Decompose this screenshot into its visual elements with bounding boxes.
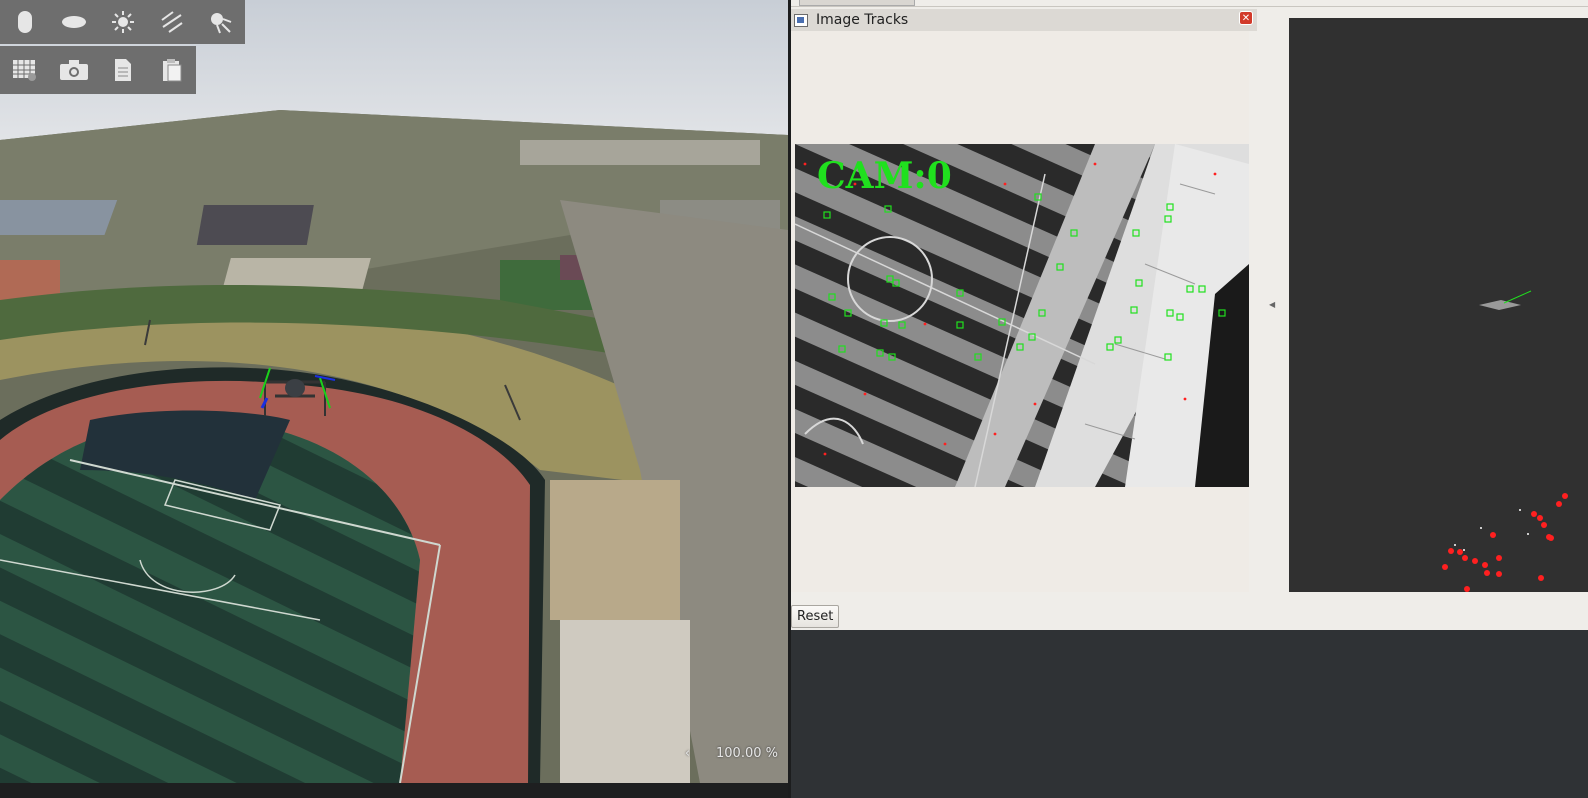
camera-image: CAM:0 xyxy=(795,144,1249,487)
capsule-icon[interactable] xyxy=(0,0,49,44)
spotlight-icon[interactable] xyxy=(196,0,245,44)
splitter-handle-icon[interactable]: ◀ xyxy=(1269,300,1275,309)
camera-icon[interactable] xyxy=(49,48,98,92)
disc-icon[interactable] xyxy=(49,0,98,44)
rviz-3d-view[interactable] xyxy=(1289,18,1588,592)
view-toolbar-bottom xyxy=(0,46,196,94)
zoom-indicator: ‹ 100.00 % xyxy=(685,746,778,761)
image-tracks-view: CAM:0 xyxy=(791,31,1249,592)
clipboard-icon[interactable] xyxy=(147,48,196,92)
zoom-level: 100.00 % xyxy=(716,746,778,761)
lines-icon[interactable] xyxy=(147,0,196,44)
lower-empty-area xyxy=(791,630,1588,798)
image-tracks-titlebar[interactable]: Image Tracks ✕ xyxy=(791,9,1257,31)
status-strip xyxy=(0,783,788,798)
document-icon[interactable] xyxy=(98,48,147,92)
simulator-3d-view[interactable]: ‹ 100.00 % xyxy=(0,0,788,783)
aerial-scene xyxy=(0,0,788,783)
camera-label: CAM:0 xyxy=(817,155,952,197)
rqt-panel: Image Tracks ✕ CAM:0 ◀ Reset xyxy=(791,0,1588,630)
grid-icon[interactable] xyxy=(0,48,49,92)
camera-feed: CAM:0 xyxy=(795,144,1249,487)
plugin-title: Image Tracks xyxy=(816,12,909,28)
view-toolbar-top xyxy=(0,0,245,44)
window-icon xyxy=(794,13,808,27)
zoom-arrow-icon[interactable]: ‹ xyxy=(685,746,690,761)
rviz-scene xyxy=(1442,290,1568,592)
close-icon[interactable]: ✕ xyxy=(1239,11,1253,25)
top-separator xyxy=(791,6,1588,7)
sun-icon[interactable] xyxy=(98,0,147,44)
reset-button[interactable]: Reset xyxy=(791,605,840,628)
